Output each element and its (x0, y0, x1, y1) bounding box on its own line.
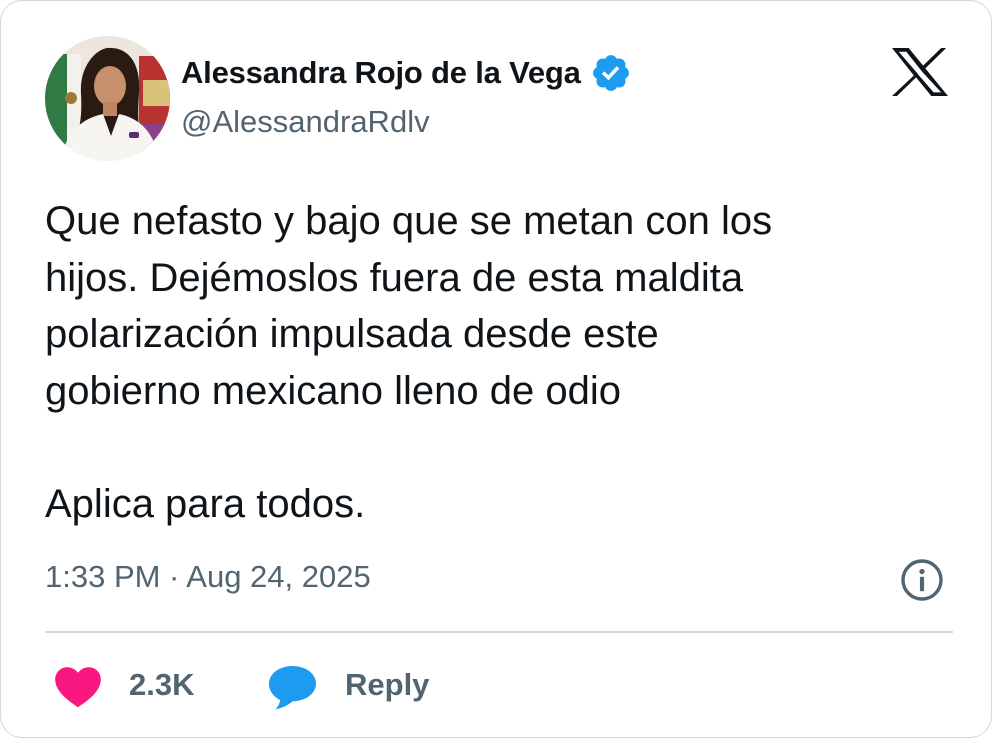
x-logo-icon[interactable] (892, 48, 948, 96)
tweet-paragraph: Aplica para todos. (45, 481, 366, 526)
divider (45, 631, 953, 633)
avatar[interactable] (45, 36, 170, 161)
tweet-timestamp[interactable]: 1:33 PM · Aug 24, 2025 (45, 559, 371, 595)
tweet-text: Que nefasto y bajo que se metan con los … (45, 193, 945, 532)
tweet-paragraph: Que nefasto y bajo que se metan con los … (45, 199, 773, 413)
reply-button[interactable]: Reply (345, 667, 429, 703)
speech-bubble-icon[interactable] (267, 664, 318, 710)
author-display-name[interactable]: Alessandra Rojo de la Vega (181, 55, 581, 91)
tweet-card: Alessandra Rojo de la Vega @AlessandraRd… (0, 0, 992, 738)
avatar-photo (45, 36, 170, 161)
heart-icon[interactable] (54, 666, 102, 708)
verified-badge-icon (592, 55, 629, 91)
like-count[interactable]: 2.3K (129, 667, 194, 703)
info-icon[interactable] (899, 557, 945, 603)
author-name-row[interactable]: Alessandra Rojo de la Vega (181, 53, 632, 93)
author-handle[interactable]: @AlessandraRdlv (181, 104, 430, 140)
